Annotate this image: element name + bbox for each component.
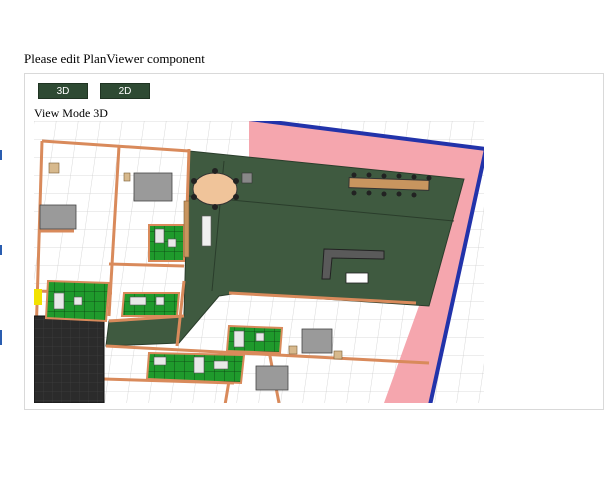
window-edge	[0, 0, 2, 500]
long-table	[348, 177, 430, 191]
round-table	[192, 172, 238, 206]
plan-viewer-panel: 3D 2D View Mode 3D	[24, 73, 604, 410]
dark-room	[34, 315, 105, 403]
view-mode-label: View Mode 3D	[34, 106, 108, 120]
view-2d-button[interactable]: 2D	[100, 83, 150, 99]
plant-pot	[241, 172, 253, 184]
page-title: Please edit PlanViewer component	[24, 51, 205, 66]
bathroom-1	[148, 224, 185, 262]
yellow-marker	[34, 289, 42, 305]
plan-3d-viewport[interactable]	[34, 121, 484, 403]
view-3d-button[interactable]: 3D	[38, 83, 88, 99]
shelf	[183, 200, 190, 258]
cabinet	[201, 215, 212, 247]
floor-plan-render	[34, 121, 484, 403]
